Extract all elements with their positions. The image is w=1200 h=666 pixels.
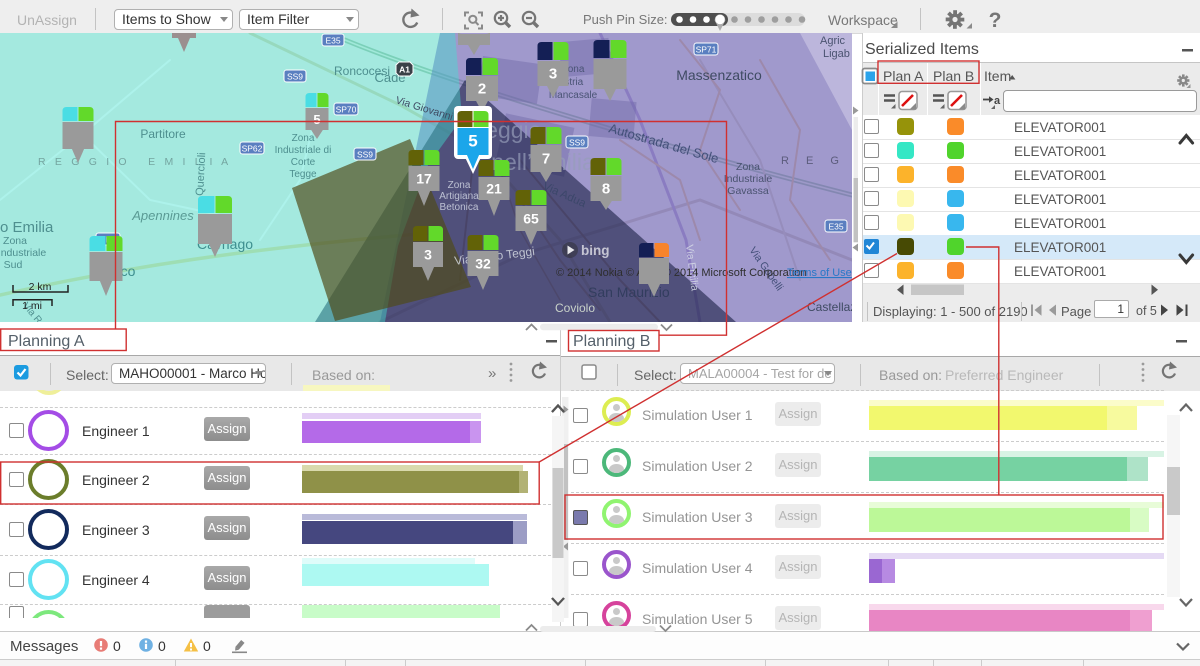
svg-text:a: a [994, 95, 1001, 107]
svg-text:?: ? [989, 9, 1002, 32]
